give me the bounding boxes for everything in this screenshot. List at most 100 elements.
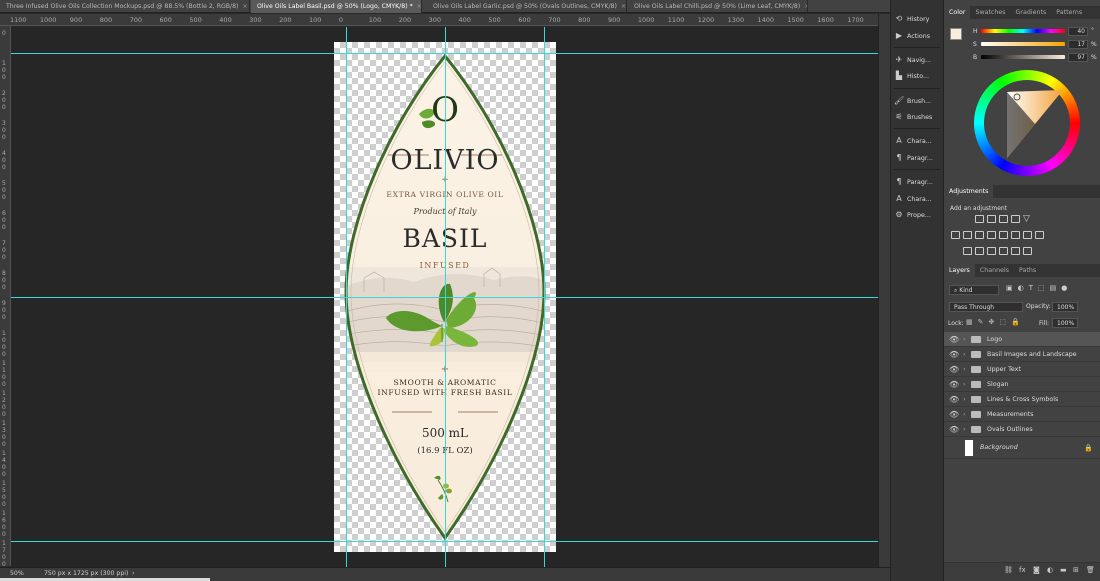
new-group-icon[interactable]: ▬ bbox=[1060, 566, 1067, 574]
layer-row[interactable]: 👁 › Lines & Cross Symbols bbox=[944, 392, 1100, 407]
chevron-right-icon[interactable]: › bbox=[963, 377, 966, 392]
color-lookup-icon[interactable] bbox=[1023, 231, 1032, 239]
dock-navigator[interactable]: ✈ Navig... bbox=[894, 53, 940, 67]
foreground-color-swatch[interactable] bbox=[950, 28, 962, 40]
eye-icon[interactable]: 👁 bbox=[949, 422, 959, 437]
tab-adjustments[interactable]: Adjustments bbox=[944, 185, 994, 198]
close-icon[interactable]: × bbox=[243, 3, 248, 10]
vibrance-icon[interactable] bbox=[951, 231, 960, 239]
solid-color-icon[interactable] bbox=[1023, 247, 1032, 255]
black-white-icon[interactable] bbox=[987, 231, 996, 239]
tab-gradients[interactable]: Gradients bbox=[1011, 6, 1052, 19]
guide-vertical[interactable] bbox=[346, 27, 347, 567]
exposure-icon[interactable] bbox=[1011, 215, 1020, 223]
close-icon[interactable]: × bbox=[621, 3, 626, 10]
dock-histogram[interactable]: ▙ Histo... bbox=[894, 69, 940, 83]
dock-character[interactable]: A Chara... bbox=[894, 134, 940, 148]
layer-row[interactable]: 👁 › Basil Images and Landscape bbox=[944, 347, 1100, 362]
layer-row-background[interactable]: Background 🔒 bbox=[944, 437, 1100, 459]
eye-icon[interactable]: 👁 bbox=[949, 362, 959, 377]
layer-filter-icons[interactable]: ▣◐T⬚▤● bbox=[1006, 284, 1072, 292]
close-icon[interactable]: × bbox=[417, 3, 421, 10]
tab-paths[interactable]: Paths bbox=[1014, 264, 1041, 277]
layer-row[interactable]: 👁 › Ovals Outlines bbox=[944, 422, 1100, 437]
chevron-right-icon[interactable]: › bbox=[963, 362, 966, 377]
dock-paragraph-styles[interactable]: ¶ Paragr... bbox=[894, 175, 940, 189]
eye-icon[interactable]: 👁 bbox=[949, 332, 959, 347]
levels-icon[interactable] bbox=[987, 215, 996, 223]
tab-swatches[interactable]: Swatches bbox=[970, 6, 1010, 19]
dock-character-styles[interactable]: A Chara... bbox=[894, 192, 940, 206]
eye-icon[interactable]: 👁 bbox=[949, 407, 959, 422]
new-layer-icon[interactable]: ⊞ bbox=[1073, 566, 1079, 574]
brightness-slider[interactable] bbox=[981, 55, 1065, 59]
guide-vertical[interactable] bbox=[445, 27, 446, 567]
ruler-tick-label: 600 bbox=[518, 16, 531, 24]
chevron-right-icon[interactable]: › bbox=[963, 407, 966, 422]
fill-field[interactable]: 100% bbox=[1052, 318, 1078, 328]
horizontal-ruler[interactable]: 1100 1000 900 800 700 600 500 400 300 200 100 0 100 2… bbox=[0, 14, 894, 26]
threshold-icon[interactable] bbox=[987, 247, 996, 255]
layer-row[interactable]: 👁 › Upper Text bbox=[944, 362, 1100, 377]
gradient-fill-icon[interactable] bbox=[1011, 247, 1020, 255]
dock-brush-settings[interactable]: 🖌 Brush... bbox=[894, 94, 940, 108]
link-layers-icon[interactable]: ⛓ bbox=[1004, 566, 1013, 574]
tab-mockups[interactable]: Three Infused Olive Oils Collection Mock… bbox=[0, 0, 250, 13]
curves-icon[interactable] bbox=[999, 215, 1008, 223]
chevron-right-icon[interactable]: › bbox=[963, 332, 966, 347]
layer-row[interactable]: 👁 › Measurements bbox=[944, 407, 1100, 422]
color-wheel[interactable] bbox=[972, 68, 1082, 178]
layer-filter-kind[interactable]: ⌕ Kind bbox=[949, 285, 999, 295]
vertical-ruler[interactable]: 0 100 200 300 400 500 600 700 800 900 1000 1100 1200… bbox=[0, 26, 11, 568]
layer-mask-icon[interactable]: ◙ bbox=[1033, 566, 1040, 574]
hue-saturation-icon[interactable] bbox=[963, 231, 972, 239]
vertical-scrollbar[interactable] bbox=[878, 14, 890, 567]
table-icon[interactable] bbox=[1035, 231, 1044, 239]
properties-icon: ⚙ bbox=[895, 210, 903, 219]
tab-patterns[interactable]: Patterns bbox=[1051, 6, 1087, 19]
invert-icon[interactable] bbox=[963, 247, 972, 255]
tab-garlic[interactable]: Olive Oils Label Garlic.psd @ 50% (Ovals… bbox=[427, 0, 627, 13]
dock-paragraph[interactable]: ¶ Paragr... bbox=[894, 151, 940, 165]
hue-slider[interactable] bbox=[981, 29, 1065, 33]
selective-color-icon[interactable] bbox=[999, 247, 1008, 255]
layer-row[interactable]: 👁 › Logo bbox=[944, 332, 1100, 347]
color-balance-icon[interactable] bbox=[975, 231, 984, 239]
layer-style-icon[interactable]: fx bbox=[1019, 566, 1026, 574]
chevron-right-icon[interactable]: › bbox=[963, 347, 966, 362]
ruler-tick-label: 100 bbox=[309, 16, 322, 24]
guide-vertical[interactable] bbox=[544, 27, 545, 567]
tab-chilli[interactable]: Olive Oils Label Chilli.psd @ 50% (Lime … bbox=[628, 0, 808, 13]
tab-color[interactable]: Color bbox=[944, 6, 971, 19]
adjustment-layer-icon[interactable]: ◐ bbox=[1047, 566, 1053, 574]
tab-channels[interactable]: Channels bbox=[975, 264, 1014, 277]
close-icon[interactable]: × bbox=[804, 3, 807, 10]
layer-row[interactable]: 👁 › Slogan bbox=[944, 377, 1100, 392]
dock-history[interactable]: ⟲ History bbox=[894, 12, 940, 26]
lock-icons[interactable]: ▦✎✥⬚🔒 bbox=[966, 318, 1025, 326]
dock-actions[interactable]: ▶ Actions bbox=[894, 29, 940, 43]
eye-icon[interactable]: 👁 bbox=[949, 392, 959, 407]
chevron-right-icon[interactable]: › bbox=[963, 422, 966, 437]
channel-mixer-icon[interactable] bbox=[1011, 231, 1020, 239]
eye-icon[interactable]: 👁 bbox=[949, 377, 959, 392]
trash-icon[interactable]: 🗑 bbox=[1086, 566, 1095, 574]
saturation-slider[interactable] bbox=[981, 42, 1065, 46]
eye-icon[interactable]: 👁 bbox=[949, 347, 959, 362]
brightness-value[interactable]: 97 bbox=[1068, 53, 1088, 62]
dock-properties[interactable]: ⚙ Prope... bbox=[894, 208, 940, 222]
dock-brushes[interactable]: ⚟ Brushes bbox=[894, 110, 940, 124]
saturation-value[interactable]: 17 bbox=[1068, 40, 1088, 49]
ruler-tick-label: 1500 bbox=[787, 16, 804, 24]
brush-settings-icon: 🖌 bbox=[894, 96, 905, 105]
blend-mode-select[interactable]: Pass Through bbox=[949, 302, 1023, 312]
gradient-map-icon[interactable]: ▽ bbox=[1023, 214, 1030, 224]
chevron-right-icon[interactable]: › bbox=[963, 392, 966, 407]
photo-filter-icon[interactable] bbox=[999, 231, 1008, 239]
tab-layers[interactable]: Layers bbox=[944, 264, 975, 277]
tab-basil[interactable]: Olive Oils Label Basil.psd @ 50% (Logo, … bbox=[251, 0, 422, 13]
posterize-icon[interactable] bbox=[975, 247, 984, 255]
hue-value[interactable]: 40 bbox=[1068, 27, 1088, 36]
brightness-contrast-icon[interactable] bbox=[975, 215, 984, 223]
opacity-field[interactable]: 100% bbox=[1052, 302, 1078, 312]
